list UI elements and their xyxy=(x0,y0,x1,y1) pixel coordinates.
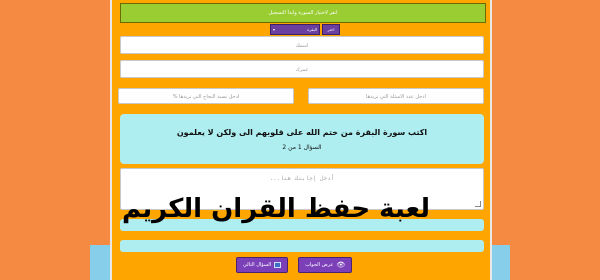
answer-placeholder: أدخل إجابتك هنا... xyxy=(269,175,335,182)
question-text: اكتب سورة البقرة من ختم الله على قلوبهم … xyxy=(176,128,428,137)
question-card: اكتب سورة البقرة من ختم الله على قلوبهم … xyxy=(120,114,484,164)
next-arrow-icon xyxy=(274,262,282,268)
chevron-down-icon: ▾ xyxy=(273,27,276,32)
game-title: لعبة حفظ القران الكريم xyxy=(121,194,430,224)
question-counter: السؤال 1 من 2 xyxy=(282,144,322,151)
main-panel: انقر لاختيار السورة وابدأ التسجيل اختر ا… xyxy=(110,0,492,280)
age-input[interactable]: عمرك xyxy=(120,60,484,78)
eye-icon: 👁 xyxy=(336,260,346,269)
show-answer-label: عرض الجواب xyxy=(305,262,334,268)
show-answer-button[interactable]: عرض الجواب 👁 xyxy=(298,257,353,273)
questions-count-input[interactable]: ادخل عدد الاسئلة التي تريدها xyxy=(308,88,484,104)
resize-handle-icon[interactable] xyxy=(475,201,481,207)
notice-banner: انقر لاختيار السورة وابدأ التسجيل xyxy=(120,3,486,23)
surah-select-row: اختر البقرة ▾ xyxy=(270,24,340,35)
surah-select-value: البقرة xyxy=(307,27,317,32)
action-buttons: السؤال التالي عرض الجواب 👁 xyxy=(236,257,353,273)
choose-button[interactable]: اختر xyxy=(322,24,340,35)
name-input[interactable]: اسمك xyxy=(120,36,484,54)
result-strip xyxy=(120,240,484,252)
next-question-button[interactable]: السؤال التالي xyxy=(236,257,289,273)
surah-select[interactable]: البقرة ▾ xyxy=(270,24,320,35)
next-question-label: السؤال التالي xyxy=(243,262,272,268)
success-percent-input[interactable]: ادخل نسبة النجاح التي تريدها % xyxy=(118,88,294,104)
